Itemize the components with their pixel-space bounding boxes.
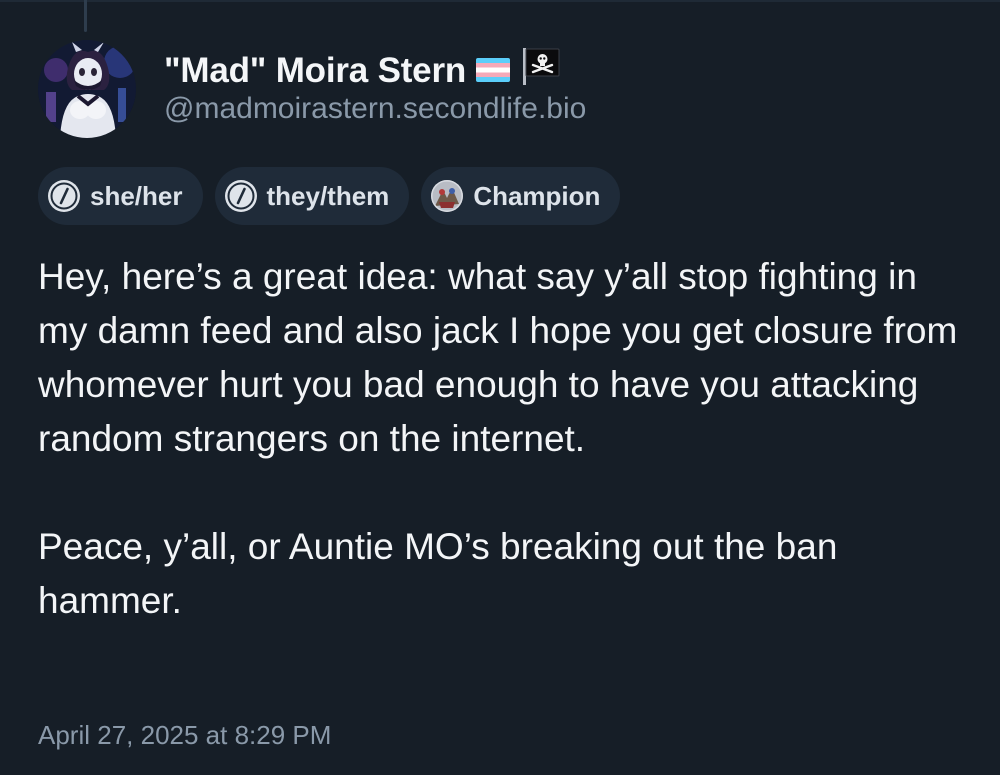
pirate-flag-icon — [520, 46, 562, 95]
pronoun-chip-they-them[interactable]: they/them — [214, 167, 410, 225]
pronoun-chip-label: she/her — [90, 180, 183, 211]
top-divider — [0, 0, 1000, 2]
post-body: Hey, here’s a great idea: what say y’all… — [38, 250, 968, 628]
author-display-name[interactable]: "Mad" Moira Stern — [164, 51, 466, 91]
pronoun-chip-label: they/them — [266, 180, 390, 211]
post-timestamp[interactable]: April 27, 2025 at 8:29 PM — [38, 720, 331, 751]
post-paragraph: Hey, here’s a great idea: what say y’all… — [38, 256, 958, 459]
trans-flag-icon — [476, 51, 511, 91]
champion-badge-icon — [431, 180, 464, 212]
badge-chip-label: Champion — [473, 180, 601, 211]
pronoun-slash-icon — [48, 180, 80, 212]
avatar[interactable] — [38, 40, 136, 138]
pronoun-chip-she-her[interactable]: she/her — [38, 167, 203, 225]
badge-chip-champion[interactable]: Champion — [421, 167, 621, 225]
author-display-name-row[interactable]: "Mad" Moira Stern — [164, 46, 562, 95]
pronoun-chips: she/her they/them Champion — [38, 167, 621, 225]
thread-connector-line — [84, 0, 87, 32]
author-handle[interactable]: @madmoirastern.secondlife.bio — [164, 92, 586, 126]
pronoun-slash-icon — [224, 180, 257, 212]
post-paragraph: Peace, y’all, or Auntie MO’s breaking ou… — [38, 526, 838, 621]
